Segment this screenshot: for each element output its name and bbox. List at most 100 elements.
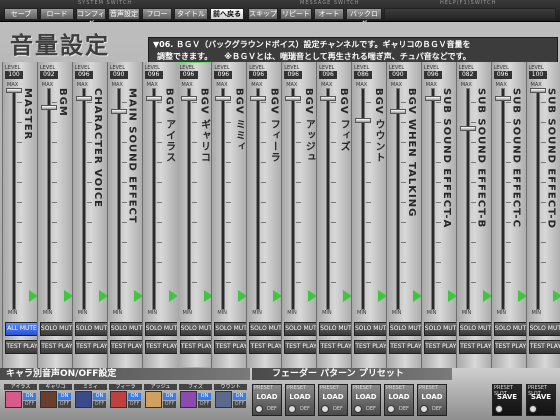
solo-mute-button[interactable]: SOLO MUTE [284, 322, 321, 336]
preset-load-button[interactable]: PRESET LOAD DEF [252, 384, 282, 416]
voice-off-button[interactable]: OFF [233, 401, 246, 408]
test-play-button[interactable]: TEST PLAY [109, 340, 144, 354]
fader-track[interactable] [395, 88, 400, 310]
fader-track[interactable] [116, 88, 121, 310]
fader-knob[interactable] [459, 126, 476, 132]
test-play-button[interactable]: TEST PLAY [179, 340, 214, 354]
fader-track[interactable] [46, 88, 51, 310]
fader-knob[interactable] [285, 96, 302, 102]
fader-track[interactable] [256, 88, 261, 310]
test-play-button[interactable]: TEST PLAY [249, 340, 284, 354]
solo-mute-button[interactable]: SOLO MUTE [144, 322, 181, 336]
test-play-button[interactable]: TEST PLAY [284, 340, 319, 354]
solo-mute-button[interactable]: SOLO MUTE [214, 322, 251, 336]
fader-knob[interactable] [180, 96, 197, 102]
solo-mute-button[interactable]: SOLO MUTE [319, 322, 355, 336]
voice-off-button[interactable]: OFF [23, 401, 36, 408]
preset-load-button[interactable]: PRESET LOAD DEF [318, 384, 348, 416]
test-play-button[interactable]: TEST PLAY [354, 340, 388, 354]
solo-mute-button[interactable]: SOLO MUTE [109, 322, 146, 336]
fader-knob[interactable] [355, 117, 371, 123]
test-play-button[interactable]: TEST PLAY [214, 340, 249, 354]
preset-load-button[interactable]: PRESET LOAD DEF [417, 384, 447, 416]
preset-load-button[interactable]: PRESET LOAD DEF [285, 384, 315, 416]
preset-load-button[interactable]: PRESET LOAD DEF [384, 384, 414, 416]
voice-on-button[interactable]: ON [163, 393, 176, 400]
solo-mute-button[interactable]: SOLO MUTE [39, 322, 76, 336]
preset-load-button[interactable]: PRESET LOAD DEF [351, 384, 381, 416]
backlog-button[interactable]: バックログ [346, 8, 382, 28]
solo-mute-button[interactable]: SOLO MUTE [493, 322, 530, 336]
solo-mute-button[interactable]: SOLO MUTE [74, 322, 111, 336]
voice-off-button[interactable]: OFF [163, 401, 176, 408]
voice-off-button[interactable]: OFF [128, 401, 141, 408]
fader-track[interactable] [465, 88, 470, 310]
voice-on-button[interactable]: ON [128, 393, 141, 400]
test-play-button[interactable]: TEST PLAY [388, 340, 423, 354]
fader-knob[interactable] [424, 96, 441, 102]
test-play-button[interactable]: TEST PLAY [423, 340, 458, 354]
fader-knob[interactable] [6, 88, 22, 93]
voice-on-button[interactable]: ON [198, 393, 211, 400]
all-mute-button[interactable]: ALL MUTE [5, 322, 39, 336]
load-button[interactable]: ロード [40, 8, 74, 20]
flow-button[interactable]: フロー [142, 8, 172, 20]
voice-off-button[interactable]: OFF [198, 401, 211, 408]
test-play-button[interactable]: TEST PLAY [493, 340, 528, 354]
test-play-button[interactable]: TEST PLAY [39, 340, 74, 354]
solo-mute-button[interactable]: SOLO MUTE [354, 322, 390, 336]
fader-track[interactable] [81, 88, 86, 310]
voice-on-button[interactable]: ON [23, 393, 36, 400]
fader-knob[interactable] [75, 96, 92, 102]
fader-knob[interactable] [145, 96, 162, 102]
voice-off-button[interactable]: OFF [93, 401, 106, 408]
voice-on-button[interactable]: ON [58, 393, 71, 400]
fader-knob[interactable] [320, 96, 337, 102]
solo-mute-button[interactable]: SOLO MUTE [179, 322, 216, 336]
solo-mute-button[interactable]: SOLO MUTE [423, 322, 460, 336]
test-play-button[interactable]: TEST PLAY [319, 340, 354, 354]
fader-tick [540, 282, 546, 283]
solo-mute-button[interactable]: SOLO MUTE [528, 322, 560, 336]
fader-track[interactable] [151, 88, 156, 310]
voice-on-button[interactable]: ON [93, 393, 106, 400]
test-play-button[interactable]: TEST PLAY [5, 340, 39, 354]
voice-on-button[interactable]: ON [233, 393, 246, 400]
fader-track[interactable] [12, 88, 16, 310]
back-button[interactable]: 前へ戻る [210, 8, 244, 20]
fader-track[interactable] [430, 88, 435, 310]
config-button[interactable]: コンフィグ [76, 8, 106, 28]
fader-knob[interactable] [110, 109, 127, 115]
fader-knob[interactable] [215, 96, 232, 102]
save-button[interactable]: セーブ [4, 8, 38, 20]
solo-mute-button[interactable]: SOLO MUTE [249, 322, 286, 336]
skip-button[interactable]: スキップ [248, 8, 278, 20]
fader-track[interactable] [291, 88, 296, 310]
preset-save-button[interactable]: PRESET SLOT SAVE [526, 384, 556, 416]
fader-knob[interactable] [250, 96, 267, 102]
test-play-button[interactable]: TEST PLAY [528, 340, 560, 354]
fader-track[interactable] [221, 88, 226, 310]
fader-track[interactable] [186, 88, 191, 310]
level-value: 090 [109, 71, 128, 79]
solo-mute-button[interactable]: SOLO MUTE [388, 322, 425, 336]
preset-save-button[interactable]: PRESET SLOT SAVE [492, 384, 522, 416]
fader-knob[interactable] [389, 109, 406, 115]
fader-knob[interactable] [529, 88, 546, 93]
repeat-button[interactable]: リピート [280, 8, 312, 20]
fader-track[interactable] [535, 88, 540, 310]
test-play-button[interactable]: TEST PLAY [458, 340, 493, 354]
solo-mute-button[interactable]: SOLO MUTE [458, 322, 495, 336]
fader-track[interactable] [326, 88, 331, 310]
auto-button[interactable]: オート [314, 8, 344, 20]
title-button[interactable]: タイトル [174, 8, 208, 20]
fader-tick [540, 262, 546, 263]
test-play-button[interactable]: TEST PLAY [74, 340, 109, 354]
voice-off-button[interactable]: OFF [58, 401, 71, 408]
fader-knob[interactable] [40, 104, 57, 110]
fader-tick [51, 122, 57, 123]
sound-settings-button[interactable]: 音声設定 [108, 8, 140, 20]
fader-knob[interactable] [494, 96, 511, 102]
test-play-button[interactable]: TEST PLAY [144, 340, 179, 354]
fader-track[interactable] [500, 88, 505, 310]
